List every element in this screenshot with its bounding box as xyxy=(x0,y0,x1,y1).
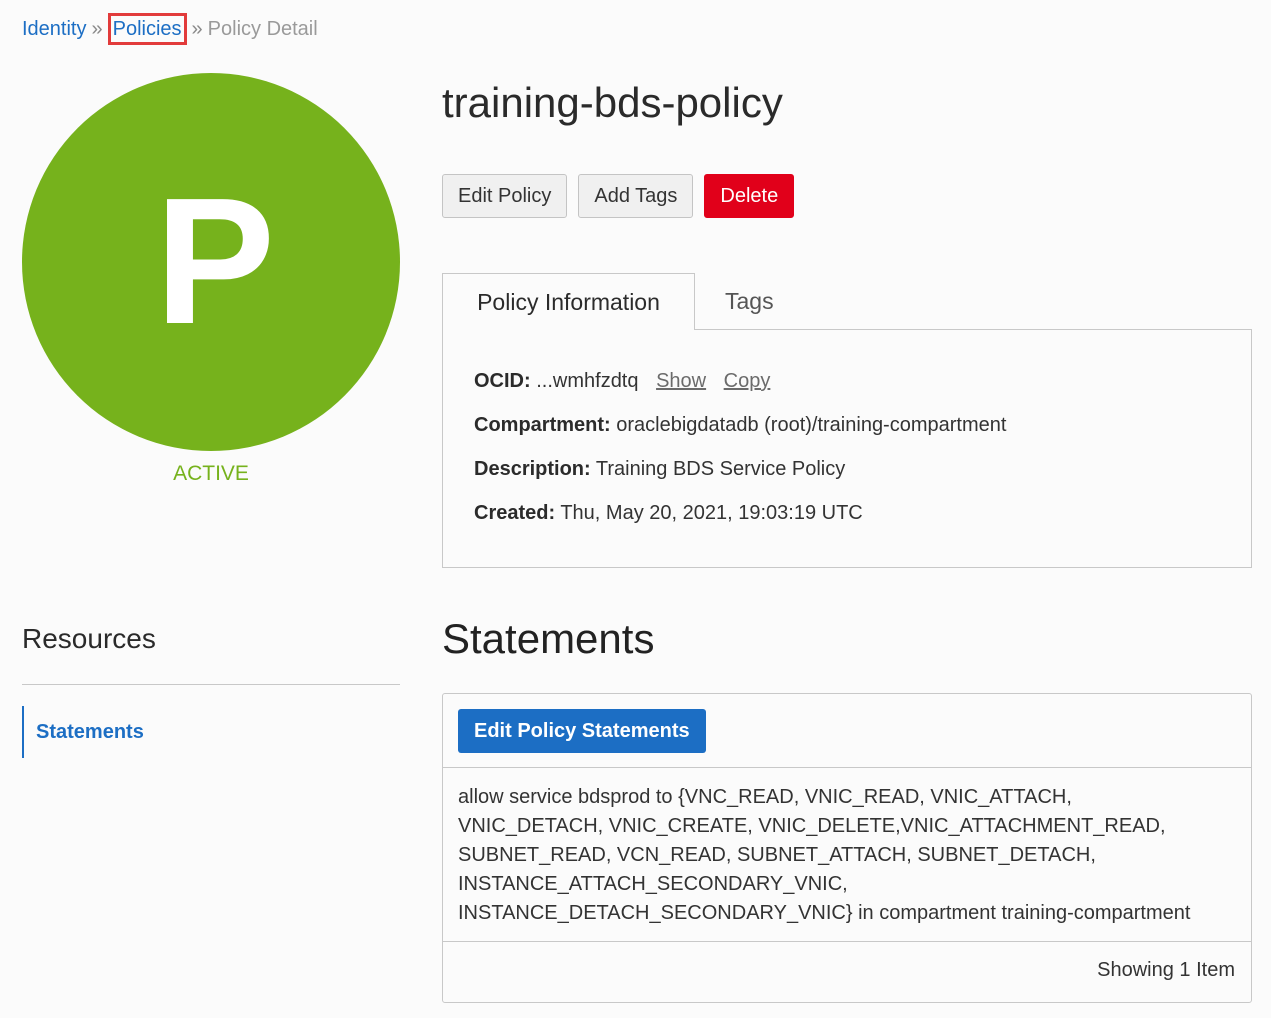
breadcrumb-highlight-box: Policies xyxy=(107,13,187,45)
created-value: Thu, May 20, 2021, 19:03:19 UTC xyxy=(560,502,863,524)
avatar-letter: P xyxy=(154,161,276,362)
item-count: Showing 1 Item xyxy=(1097,959,1235,981)
compartment-label: Compartment: xyxy=(474,414,611,436)
breadcrumb-identity-link[interactable]: Identity xyxy=(22,18,86,40)
compartment-value: oraclebigdatadb (root)/training-compartm… xyxy=(616,414,1007,436)
created-label: Created: xyxy=(474,502,556,524)
compartment-row: Compartment: oraclebigdatadb (root)/trai… xyxy=(474,414,1006,437)
policy-avatar: P xyxy=(22,73,400,451)
statement-line: INSTANCE_DETACH_SECONDARY_VNIC} in compa… xyxy=(458,902,1191,924)
breadcrumb-policies-link[interactable]: Policies xyxy=(113,18,182,40)
edit-policy-button[interactable]: Edit Policy xyxy=(442,174,568,218)
breadcrumb-separator: » xyxy=(191,18,203,40)
detail-tabs: Policy Information Tags xyxy=(442,273,1252,330)
tab-policy-information[interactable]: Policy Information xyxy=(442,273,695,330)
statement-line: allow service bdsprod to {VNC_READ, VNIC… xyxy=(458,786,1072,808)
card-divider xyxy=(443,767,1251,768)
ocid-row: OCID: ...wmhfzdtq Show Copy xyxy=(474,370,770,393)
ocid-show-link[interactable]: Show xyxy=(656,370,706,392)
description-label: Description: xyxy=(474,458,591,480)
statement-line: SUBNET_READ, VCN_READ, SUBNET_ATTACH, SU… xyxy=(458,844,1096,866)
description-row: Description: Training BDS Service Policy xyxy=(474,458,845,481)
action-bar: Edit Policy Add Tags Delete xyxy=(442,174,795,218)
card-divider xyxy=(443,941,1251,942)
ocid-value: ...wmhfzdtq xyxy=(536,370,639,392)
ocid-label: OCID: xyxy=(474,370,531,392)
breadcrumb-current: Policy Detail xyxy=(207,18,318,40)
status-label: ACTIVE xyxy=(173,462,249,485)
statements-heading: Statements xyxy=(442,615,655,662)
edit-policy-statements-button[interactable]: Edit Policy Statements xyxy=(458,709,706,753)
statements-card: Edit Policy Statements allow service bds… xyxy=(442,693,1252,1003)
tab-tags[interactable]: Tags xyxy=(725,273,774,330)
statement-line: INSTANCE_ATTACH_SECONDARY_VNIC, xyxy=(458,873,848,895)
page-title: training-bds-policy xyxy=(442,79,783,126)
breadcrumb-separator: » xyxy=(91,18,103,40)
add-tags-button[interactable]: Add Tags xyxy=(578,174,694,218)
delete-button[interactable]: Delete xyxy=(704,174,795,218)
resources-heading: Resources xyxy=(22,623,156,654)
sidebar-item-statements[interactable]: Statements xyxy=(22,706,144,758)
statement-line: VNIC_DETACH, VNIC_CREATE, VNIC_DELETE,VN… xyxy=(458,815,1166,837)
description-value: Training BDS Service Policy xyxy=(595,458,846,480)
resources-divider xyxy=(22,684,400,685)
created-row: Created: Thu, May 20, 2021, 19:03:19 UTC xyxy=(474,502,863,525)
policy-information-panel: OCID: ...wmhfzdtq Show Copy Compartment:… xyxy=(442,329,1252,568)
ocid-copy-link[interactable]: Copy xyxy=(724,370,771,392)
policy-detail-page: Identity» Policies» Policy Detail P ACTIVE… xyxy=(0,0,1271,1018)
breadcrumb: Identity» Policies» Policy Detail xyxy=(22,13,318,45)
policy-statement-text: allow service bdsprod to {VNC_READ, VNIC… xyxy=(458,783,1238,928)
